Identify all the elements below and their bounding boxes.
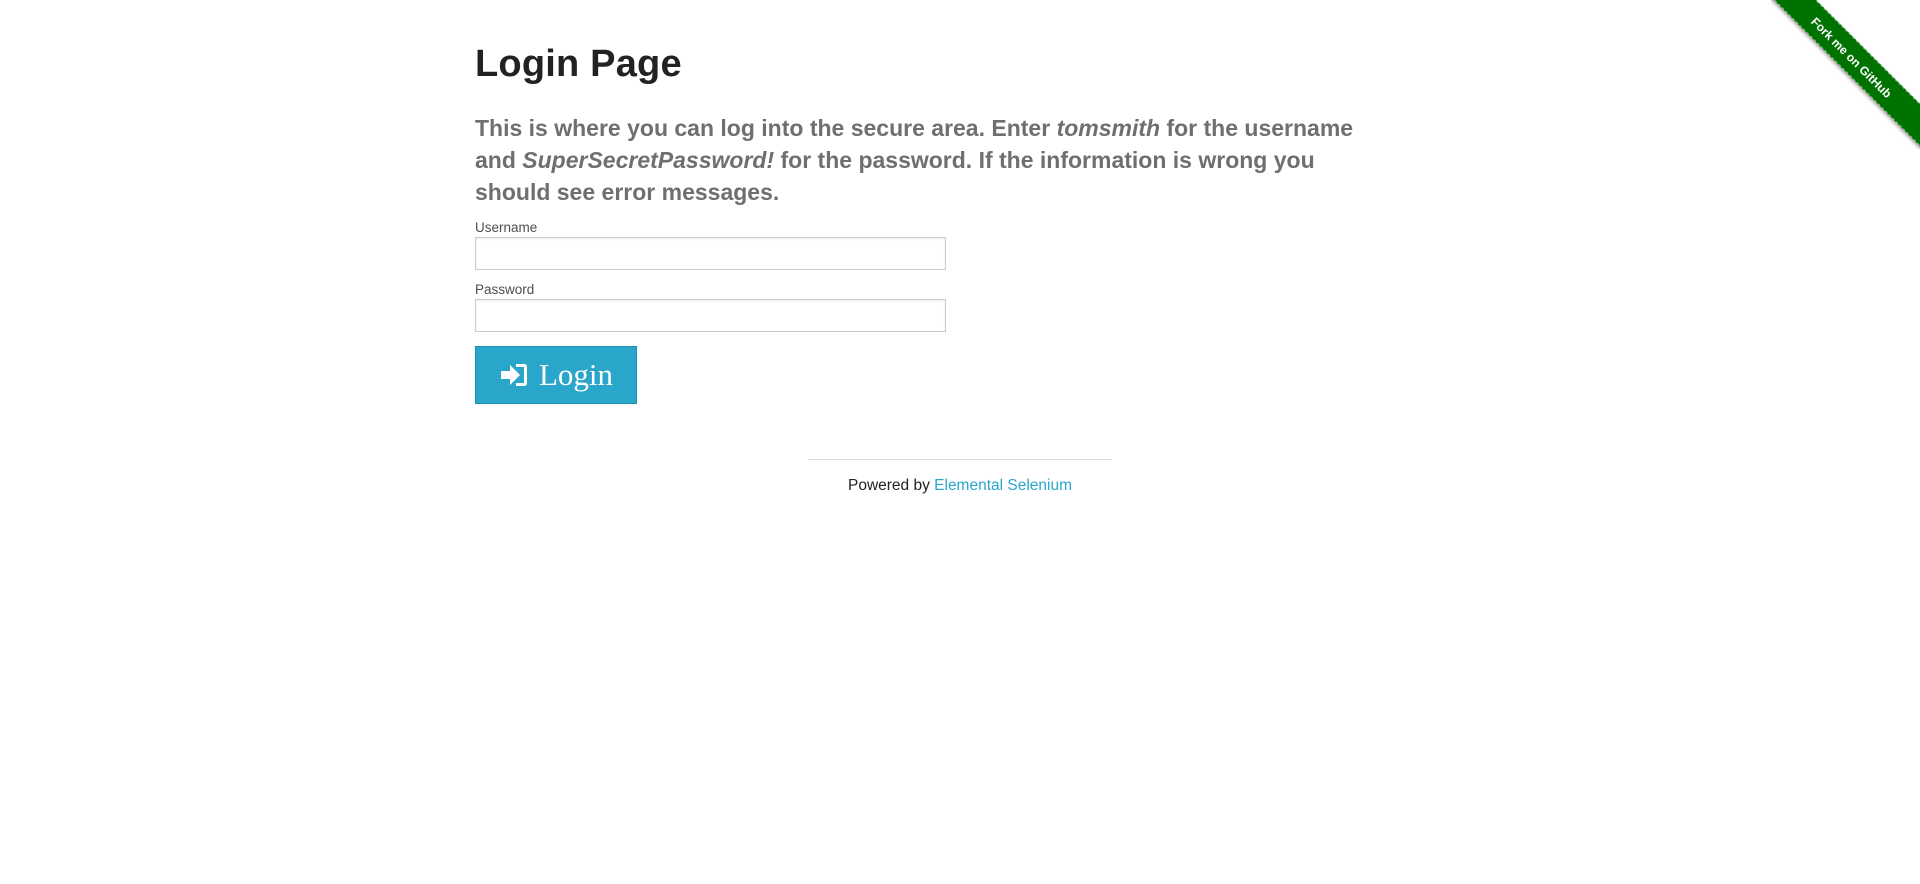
elemental-selenium-link[interactable]: Elemental Selenium bbox=[934, 477, 1072, 494]
sign-in-icon bbox=[499, 360, 529, 390]
login-content: Login Page This is where you can log int… bbox=[475, 38, 1445, 404]
login-button[interactable]: Login bbox=[475, 346, 637, 404]
subheader-text-1: This is where you can log into the secur… bbox=[475, 115, 1057, 141]
fork-me-on-github-ribbon[interactable]: Fork me on GitHub bbox=[1771, 0, 1920, 149]
footer: Powered by Elemental Selenium bbox=[808, 459, 1112, 495]
subheader: This is where you can log into the secur… bbox=[475, 112, 1395, 208]
username-label: Username bbox=[475, 220, 538, 235]
powered-by-text: Powered by bbox=[847, 477, 935, 494]
page: Login Page This is where you can log int… bbox=[0, 0, 1920, 884]
password-input[interactable] bbox=[475, 299, 946, 332]
username-input[interactable] bbox=[475, 237, 946, 270]
login-form: Username Password Login bbox=[475, 220, 1445, 404]
page-title: Login Page bbox=[475, 43, 682, 85]
password-label: Password bbox=[475, 282, 535, 297]
username-field-group: Username bbox=[475, 220, 1445, 270]
password-hint: SuperSecretPassword! bbox=[522, 147, 775, 173]
login-button-label: Login bbox=[538, 357, 614, 392]
github-ribbon-container: Fork me on GitHub bbox=[1771, 0, 1920, 149]
username-hint: tomsmith bbox=[1056, 115, 1161, 141]
password-field-group: Password bbox=[475, 282, 1445, 332]
